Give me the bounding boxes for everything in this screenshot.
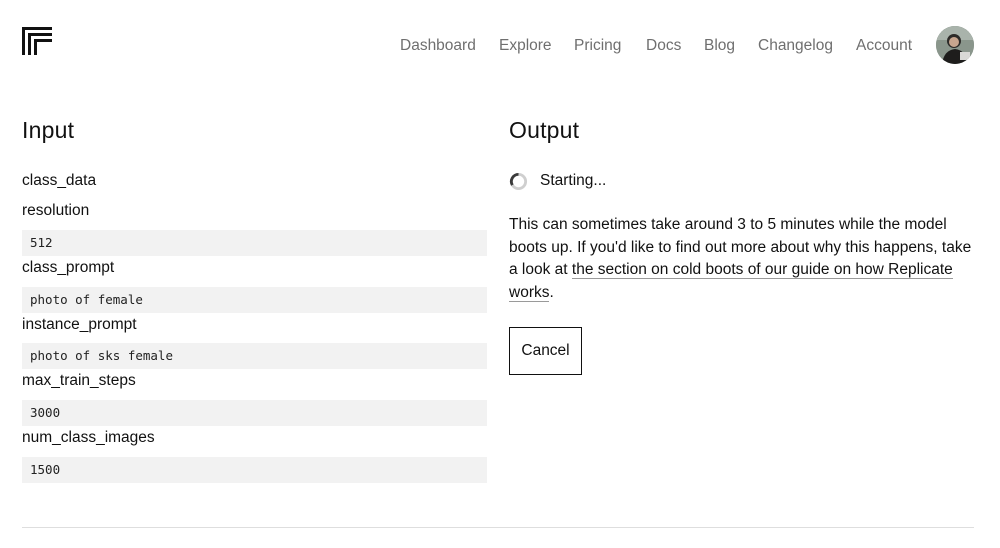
nav-docs-link[interactable]: Docs xyxy=(646,35,681,57)
nav-dashboard-link[interactable]: Dashboard xyxy=(400,35,476,57)
output-heading: Output xyxy=(509,117,580,143)
loading-spinner-icon xyxy=(509,172,528,191)
field-label-resolution: resolution xyxy=(22,202,90,219)
top-navigation: Dashboard Explore Pricing Docs Blog Chan… xyxy=(0,35,1000,57)
cold-boots-guide-link[interactable]: the section on cold boots of our guide o… xyxy=(509,261,953,302)
field-value-resolution: 512 xyxy=(22,230,487,256)
field-value-class-prompt: photo of female xyxy=(22,287,487,313)
nav-explore-link[interactable]: Explore xyxy=(499,35,552,57)
status-text: Starting... xyxy=(540,172,607,189)
field-value-instance-prompt: photo of sks female xyxy=(22,343,487,369)
nav-pricing-link[interactable]: Pricing xyxy=(574,35,621,57)
field-label-max-train-steps: max_train_steps xyxy=(22,372,136,389)
nav-account-link[interactable]: Account xyxy=(856,35,912,57)
cold-boot-message: This can sometimes take around 3 to 5 mi… xyxy=(509,214,979,304)
field-label-instance-prompt: instance_prompt xyxy=(22,316,137,333)
input-heading: Input xyxy=(22,117,75,143)
field-label-class-prompt: class_prompt xyxy=(22,259,115,276)
field-value-num-class-images: 1500 xyxy=(22,457,487,483)
cancel-button[interactable]: Cancel xyxy=(509,327,582,375)
nav-blog-link[interactable]: Blog xyxy=(704,35,735,57)
field-label-num-class-images: num_class_images xyxy=(22,429,155,446)
footer-divider xyxy=(22,527,974,528)
cold-boot-message-end: . xyxy=(549,283,554,301)
field-value-max-train-steps: 3000 xyxy=(22,400,487,426)
user-avatar[interactable] xyxy=(936,26,974,64)
field-label-class-data: class_data xyxy=(22,172,97,189)
nav-changelog-link[interactable]: Changelog xyxy=(758,35,833,57)
